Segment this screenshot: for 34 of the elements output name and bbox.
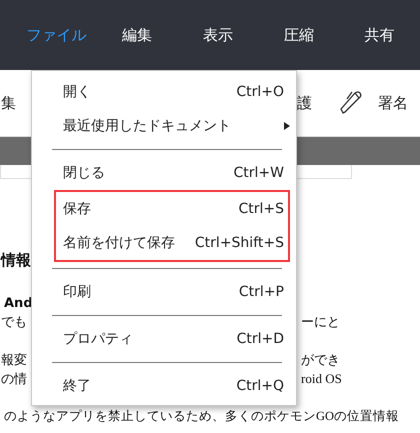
menu-tab[interactable]: 編集: [96, 0, 178, 70]
document-text: の情: [1, 371, 28, 387]
menu-item[interactable]: 最近使用したドキュメント: [38, 109, 290, 143]
shortcut: Ctrl+D: [236, 331, 284, 347]
document-subheading: And: [4, 296, 33, 311]
menu-tab[interactable]: 共有: [339, 0, 420, 70]
menu-item[interactable]: 印刷 Ctrl+P: [38, 275, 290, 309]
shortcut: Ctrl+S: [238, 201, 284, 217]
document-text: roid OS: [301, 371, 343, 387]
document-text: 報変: [1, 352, 28, 368]
menu-item[interactable]: プロパティ Ctrl+D: [38, 322, 290, 356]
toolbar-label[interactable]: 署名: [378, 94, 408, 112]
document-text: のようなアプリを禁止しているため、多くのポケモンGOの位置情報: [4, 409, 400, 424]
menu-item[interactable]: 名前を付けて保存 Ctrl+Shift+S: [56, 226, 288, 260]
document-text: ができ: [301, 352, 341, 368]
shortcut: Ctrl+Shift+S: [194, 235, 284, 251]
document-text: でも: [1, 314, 28, 330]
menu-tab[interactable]: 圧縮: [258, 0, 340, 70]
shortcut: Ctrl+O: [236, 84, 284, 100]
shortcut: Ctrl+P: [238, 284, 284, 300]
menu-tab[interactable]: ファイル: [16, 0, 97, 70]
menu-item[interactable]: 終了 Ctrl+Q: [38, 369, 290, 403]
menu-item[interactable]: 保存 Ctrl+S: [56, 192, 288, 226]
pen-icon[interactable]: [338, 90, 364, 116]
menu-tab[interactable]: 表示: [178, 0, 258, 70]
shortcut: Ctrl+Q: [236, 378, 284, 394]
document-text: ーにと: [301, 314, 341, 330]
menu-item[interactable]: 開く Ctrl+O: [38, 75, 290, 109]
document-heading: 情報: [1, 251, 31, 270]
toolbar-label[interactable]: 集: [1, 94, 16, 112]
menu-item[interactable]: 閉じる Ctrl+W: [38, 156, 290, 190]
submenu-arrow-icon: [284, 122, 290, 130]
shortcut: Ctrl+W: [234, 165, 284, 181]
toolbar-label[interactable]: 護: [297, 94, 312, 112]
